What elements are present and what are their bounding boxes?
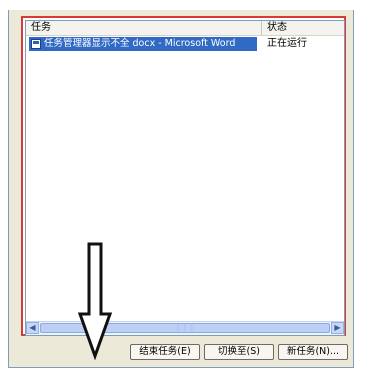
end-task-button[interactable]: 结束任务(E) xyxy=(130,344,200,360)
horizontal-scrollbar[interactable]: ◀ ⋮⋮⋮ ▶ xyxy=(26,321,344,335)
down-arrow-annotation-icon xyxy=(78,242,112,360)
word-doc-icon xyxy=(31,39,41,49)
status-cell: 正在运行 xyxy=(267,38,307,49)
table-row[interactable]: 任务管理器显示不全 docx - Microsoft Word 正在运行 xyxy=(29,37,341,51)
list-header: 任务 状态 xyxy=(26,21,344,36)
column-header-status[interactable]: 状态 xyxy=(262,21,344,35)
switch-to-button[interactable]: 切换至(S) xyxy=(204,344,274,360)
task-list[interactable]: 任务 状态 任务管理器显示不全 docx - Microsoft Word 正在… xyxy=(25,20,345,336)
task-cell[interactable]: 任务管理器显示不全 docx - Microsoft Word xyxy=(29,37,257,51)
column-header-task[interactable]: 任务 xyxy=(26,21,262,35)
task-name: 任务管理器显示不全 docx - Microsoft Word xyxy=(44,38,236,49)
scroll-left-button[interactable]: ◀ xyxy=(26,322,39,334)
scroll-right-button[interactable]: ▶ xyxy=(331,322,344,334)
new-task-button[interactable]: 新任务(N)... xyxy=(278,344,348,360)
